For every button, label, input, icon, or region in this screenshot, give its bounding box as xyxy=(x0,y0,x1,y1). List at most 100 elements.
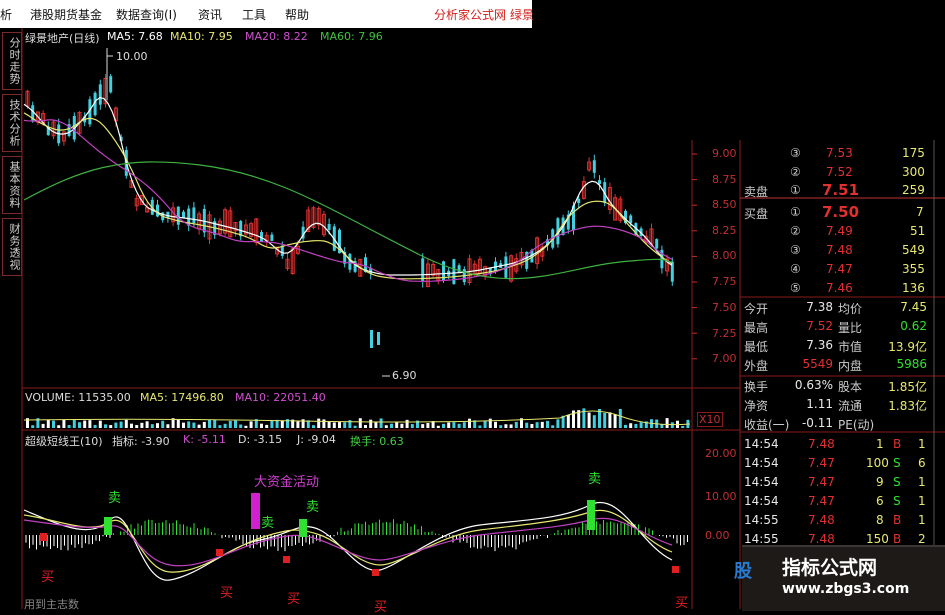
ma10-label: MA10: 7.95 xyxy=(170,30,233,43)
volume-bar xyxy=(566,414,570,428)
volume-bar xyxy=(176,419,180,428)
tick-time: 14:54 xyxy=(744,456,779,470)
stat-value: 1.83亿 xyxy=(888,399,927,413)
tick-time: 14:55 xyxy=(744,513,779,527)
tick-side: S xyxy=(893,475,901,489)
volume-bar xyxy=(618,408,622,428)
volume-bar xyxy=(358,418,362,428)
volume-bar xyxy=(332,422,336,428)
volume-bar xyxy=(670,422,674,428)
volume-bar xyxy=(551,425,555,428)
watermark-url: www.zbgs3.com xyxy=(782,581,910,597)
volume-bar xyxy=(624,424,627,428)
volume-bar xyxy=(98,420,102,428)
ma5-label: MA5: 7.68 xyxy=(107,30,163,43)
candle xyxy=(270,234,274,241)
volume-bar xyxy=(41,423,45,428)
stat-value: 13.9亿 xyxy=(888,340,927,354)
tick-count: 2 xyxy=(918,532,926,546)
bid-4-index: ④ xyxy=(790,262,801,276)
big-fund-bar xyxy=(251,493,260,529)
volume-ma10-label: MA10: 22051.40 xyxy=(235,391,326,404)
volume-bar xyxy=(208,419,211,428)
volume-bar xyxy=(202,421,206,428)
stat-value: 1.85亿 xyxy=(888,380,927,394)
volume-bar xyxy=(613,414,617,428)
volume-bar xyxy=(145,421,149,428)
stat-label: 均价 xyxy=(838,302,863,316)
bid-1-price: 7.50 xyxy=(822,203,860,221)
volume-bar xyxy=(218,425,222,428)
indicator-name: 超级短线王(10) xyxy=(25,435,103,448)
sell-signal: 卖 xyxy=(108,491,122,506)
stat-label: 净资 xyxy=(744,399,769,413)
volume-bar xyxy=(629,423,633,428)
stat-label: 内盘 xyxy=(838,359,863,373)
tick-time: 14:54 xyxy=(744,475,779,489)
tick-side: S xyxy=(893,494,901,508)
volume-bar xyxy=(369,419,373,428)
price-tick-label: 8.50 xyxy=(712,198,737,211)
ma5-line xyxy=(23,96,673,276)
volume-bar xyxy=(140,422,144,428)
tick-time: 14:55 xyxy=(744,532,779,546)
watermark-title: 指标公式网 xyxy=(782,557,878,579)
buy-signal: 买 xyxy=(41,570,55,585)
candle xyxy=(348,253,352,270)
stat-label: 市值 xyxy=(838,340,863,354)
stat-value: 7.52 xyxy=(806,319,833,333)
tick-volume: 6 xyxy=(876,494,884,508)
volume-bar xyxy=(504,424,508,428)
volume-bar xyxy=(478,425,482,428)
tick-price: 7.47 xyxy=(808,494,835,508)
volume-bar xyxy=(72,419,76,428)
stat-value: 7.36 xyxy=(806,338,833,352)
tick-side: S xyxy=(893,456,901,470)
sell-signal: 卖 xyxy=(261,516,275,531)
indicator-k-line xyxy=(23,502,673,581)
volume-bar xyxy=(280,420,284,428)
volume-bar xyxy=(213,419,217,428)
volume-bar xyxy=(260,423,263,428)
candle xyxy=(192,207,196,224)
watermark-panel: 股 指标公式网 www.zbgs3.com xyxy=(734,545,945,611)
candle xyxy=(598,180,601,185)
stat-value: 0.62 xyxy=(900,319,927,333)
volume-bar xyxy=(462,422,466,428)
stat-value: 1.11 xyxy=(806,397,833,411)
ask-2-volume: 300 xyxy=(902,165,925,179)
ask-3-price: 7.53 xyxy=(826,146,853,160)
volume-bar xyxy=(343,422,347,428)
volume-bar xyxy=(400,423,404,428)
buy-signal: 买 xyxy=(374,600,388,615)
volume-bar xyxy=(124,419,128,428)
volume-bar xyxy=(395,421,399,428)
stat-value: 7.45 xyxy=(900,300,927,314)
bid-5-volume: 136 xyxy=(902,281,925,295)
candle xyxy=(327,224,331,230)
bid-2-volume: 51 xyxy=(910,224,926,238)
volume-bar xyxy=(83,420,87,428)
tick-time: 14:54 xyxy=(744,494,779,508)
volume-bar xyxy=(197,424,201,428)
chart-canvas[interactable] xyxy=(0,0,945,609)
stat-value: 5986 xyxy=(896,357,927,371)
tick-volume: 9 xyxy=(876,475,884,489)
stat-label: 换手 xyxy=(744,380,769,394)
volume-bar xyxy=(130,423,133,428)
buy-signal: 买 xyxy=(220,586,234,601)
price-tick-label: 7.25 xyxy=(712,327,737,340)
volume-bar xyxy=(353,425,357,428)
tick-price: 7.48 xyxy=(808,437,835,451)
volume-bar xyxy=(405,419,409,428)
ask-3-index: ③ xyxy=(790,146,801,160)
buy-marker-3 xyxy=(283,556,290,563)
volume-bar xyxy=(322,419,326,428)
volume-bar xyxy=(442,423,445,428)
volume-bar xyxy=(187,421,191,428)
volume-bar xyxy=(488,418,492,428)
price-tick-label: 9.00 xyxy=(712,147,737,160)
volume-bar xyxy=(104,424,107,428)
indicator-value: 指标: -3.90 xyxy=(112,435,170,448)
stat-label: 今开 xyxy=(744,302,769,316)
